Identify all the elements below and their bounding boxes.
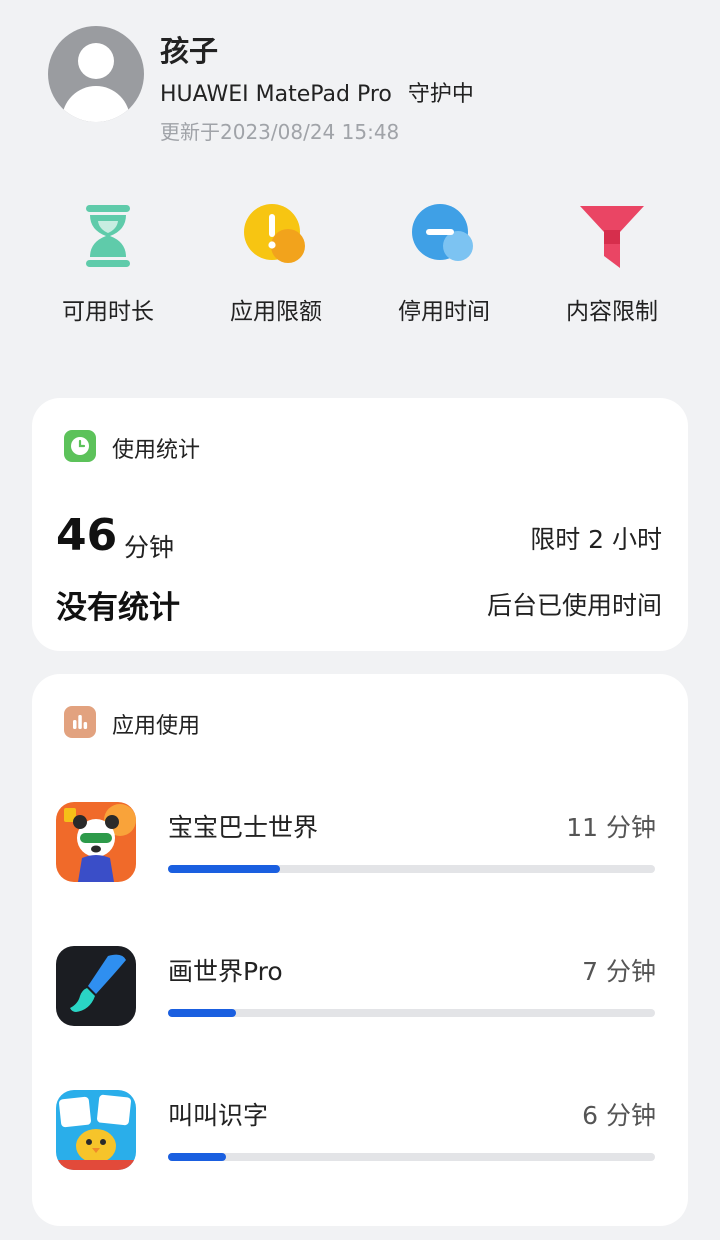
feature-app-limits[interactable]: 应用限额 [192, 200, 360, 330]
app-name: 宝宝巴士世界 [168, 813, 319, 842]
app-name: 画世界Pro [168, 957, 283, 986]
jiaojiaoshizi-app-icon [56, 1090, 136, 1170]
usage-stats-card[interactable]: 使用统计 46 分钟 限时 2 小时 没有统计 后台已使用时间 [32, 398, 688, 651]
usage-bar-track [168, 865, 655, 873]
app-name: 叫叫识字 [168, 1101, 269, 1130]
app-time: 11 分钟 [566, 813, 656, 842]
feature-downtime[interactable]: 停用时间 [360, 200, 528, 330]
device-line: HUAWEI MatePad Pro 守护中 [160, 76, 474, 108]
avatar [48, 26, 144, 122]
card-title: 应用使用 [112, 714, 201, 739]
app-time: 7 分钟 [582, 957, 656, 986]
card-title: 使用统计 [112, 438, 201, 463]
feature-label: 应用限额 [230, 299, 322, 325]
child-profile[interactable]: 孩子 HUAWEI MatePad Pro 守护中 更新于2023/08/24 1… [48, 26, 688, 146]
guard-status: 守护中 [407, 82, 474, 107]
usage-unit: 分钟 [124, 533, 175, 562]
feature-label: 停用时间 [398, 299, 490, 325]
usage-bar-fill [168, 865, 280, 873]
content-filter-icon [580, 206, 644, 268]
feature-label: 可用时长 [62, 299, 154, 325]
device-name: HUAWEI MatePad Pro [160, 82, 392, 107]
child-name: 孩子 [160, 34, 219, 68]
feature-screen-time[interactable]: 可用时长 [24, 200, 192, 330]
background-time-label: 后台已使用时间 [486, 591, 662, 620]
clock-icon [64, 430, 96, 462]
usage-bar-track [168, 1009, 655, 1017]
app-row-baobaobashi[interactable]: 宝宝巴士世界 11 分钟 [32, 802, 688, 892]
usage-bar-track [168, 1153, 655, 1161]
app-row-huashijie[interactable]: 画世界Pro 7 分钟 [32, 946, 688, 1036]
app-limit-icon [244, 204, 305, 263]
downtime-icon [412, 204, 473, 261]
bar-chart-icon [64, 706, 96, 738]
hourglass-icon [86, 205, 130, 267]
app-row-jiaojiaoshizi[interactable]: 叫叫识字 6 分钟 [32, 1090, 688, 1180]
app-time: 6 分钟 [582, 1101, 656, 1130]
app-usage-card: 应用使用 宝宝巴士世界 11 分钟 画世界Pro 7 分钟 叫叫识字 6 分钟 [32, 674, 688, 1226]
usage-bar-fill [168, 1153, 227, 1161]
usage-minutes: 46 [56, 510, 118, 561]
updated-time: 更新于2023/08/24 15:48 [160, 120, 400, 144]
feature-content-restrictions[interactable]: 内容限制 [528, 200, 696, 330]
huashijie-app-icon [56, 946, 136, 1026]
feature-label: 内容限制 [566, 299, 658, 325]
baobaobashi-app-icon [56, 802, 136, 882]
usage-bar-fill [168, 1009, 237, 1017]
time-limit: 限时 2 小时 [530, 525, 662, 554]
no-stats-text: 没有统计 [56, 590, 180, 626]
